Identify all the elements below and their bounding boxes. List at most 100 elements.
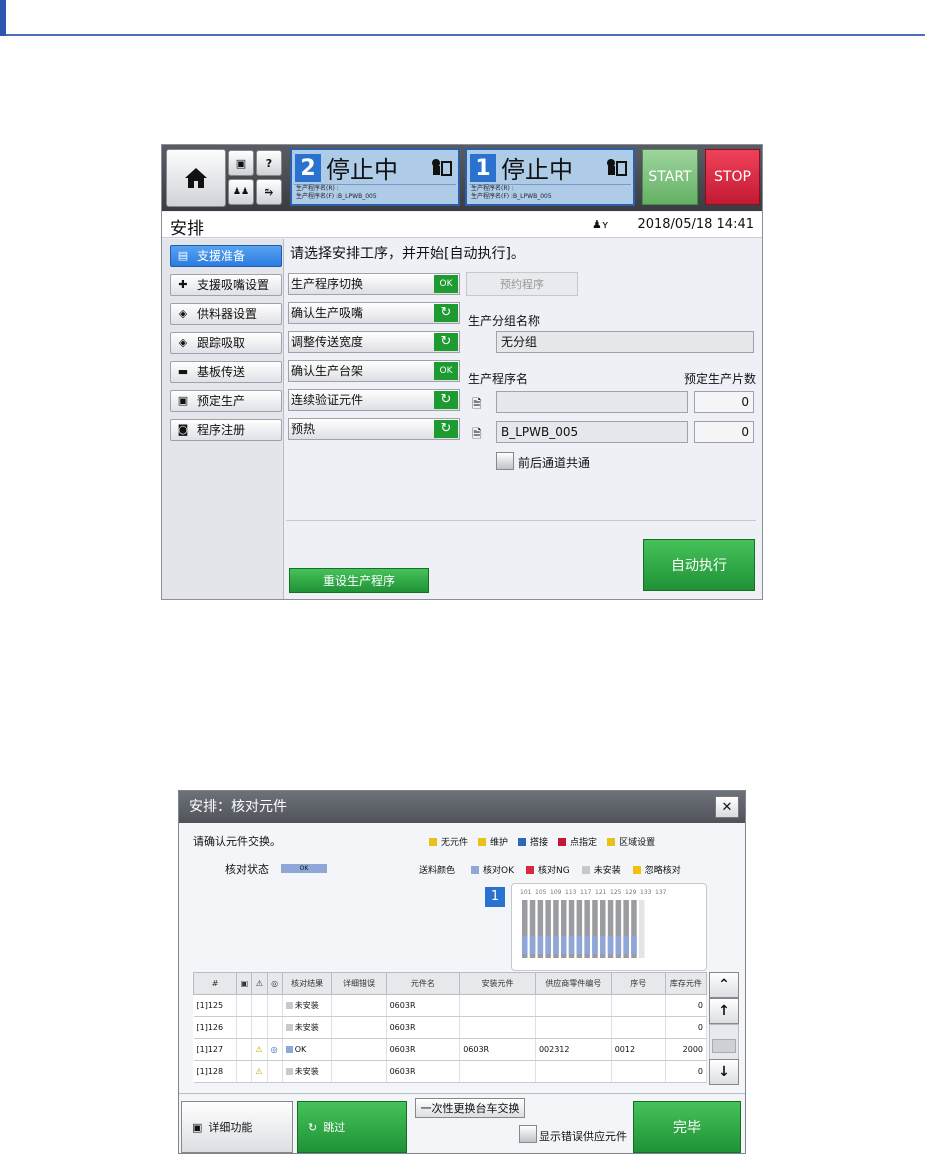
reserve-program-button[interactable]: 预约程序 <box>466 272 578 296</box>
feeder-slot-map[interactable]: 101 105 109 113 117 121 125 129 133 137 <box>511 883 707 971</box>
column-header[interactable]: 安装元件 <box>459 972 536 995</box>
lane-1-status[interactable]: 1 停止中 生产程序名(R) : 生产程序名(F) :B_LPWB_005 <box>465 148 635 206</box>
column-header[interactable]: 供应商零件编号 <box>534 972 612 995</box>
operator-icon-button[interactable]: ▣ <box>228 150 254 176</box>
planned-count-field-2[interactable]: 0 <box>694 421 754 443</box>
arrow-up-icon: ↑ <box>718 1003 730 1019</box>
start-button[interactable]: START <box>642 149 698 205</box>
table-cell: 0603R <box>386 1016 461 1039</box>
column-header-icon[interactable]: ⚠ <box>251 972 268 995</box>
planned-count-field-1[interactable]: 0 <box>694 391 754 413</box>
program-name-field-2[interactable]: B_LPWB_005 <box>496 421 688 443</box>
feeder-slot-status <box>553 936 559 954</box>
sidebar-item[interactable]: ▤ 支援准备 <box>170 245 282 267</box>
step-item[interactable]: 预热 ↻ <box>288 418 460 440</box>
table-cell: [1]125 <box>193 994 238 1017</box>
cart-swap-button[interactable]: 一次性更换台车交换 <box>415 1098 525 1118</box>
feeder-slot-status <box>576 936 583 954</box>
table-row[interactable]: [1]125 未安装 0603R 0 <box>193 994 708 1017</box>
close-icon: ✕ <box>721 799 733 815</box>
scroll-up-button[interactable]: ↑ <box>709 998 739 1024</box>
sidebar-item[interactable]: ◈ 跟踪吸取 <box>170 332 282 354</box>
lane-2-info: 生产程序名(R) : 生产程序名(F) :B_LPWB_005 <box>294 184 456 202</box>
column-header[interactable]: 库存元件 <box>664 972 708 995</box>
program-file-icon[interactable]: 🗎 <box>472 425 482 446</box>
show-error-checkbox[interactable] <box>519 1125 537 1143</box>
program-file-icon[interactable]: 🗎 <box>472 395 482 416</box>
step-item[interactable]: 确认生产吸嘴 ↻ <box>288 302 460 324</box>
column-header[interactable]: 详细错误 <box>331 972 387 995</box>
verify-status-badge: OK <box>281 864 327 873</box>
program-name-field-1[interactable] <box>496 391 688 413</box>
detail-function-button[interactable]: ▣ 详细功能 <box>181 1101 293 1153</box>
sidebar-item-label: 程序注册 <box>197 423 246 437</box>
feeder-slot-status <box>607 936 614 954</box>
nozzle-setting-icon: ✚ <box>178 278 188 291</box>
column-header[interactable]: 元件名 <box>385 972 461 995</box>
home-button[interactable] <box>166 149 226 207</box>
page-title: 安排 <box>170 219 204 239</box>
lane-1-status-text: 停止中 <box>501 156 573 184</box>
legend-item: 点指定 <box>558 835 597 848</box>
step-item[interactable]: 连续验证元件 ↻ <box>288 389 460 411</box>
feeder-slot-status <box>592 936 598 954</box>
auto-execute-button[interactable]: 自动执行 <box>643 539 755 591</box>
ok-badge: OK <box>434 275 458 293</box>
scrollbar-thumb[interactable] <box>712 1039 736 1053</box>
result-swatch <box>285 1046 293 1053</box>
instruction-text: 请确认元件交换。 <box>193 835 281 848</box>
lane-2-status[interactable]: 2 停止中 生产程序名(R) : 生产程序名(F) :B_LPWB_005 <box>290 148 460 206</box>
stop-button[interactable]: STOP <box>705 149 760 205</box>
legend-label: 核对NG <box>538 866 570 876</box>
skip-icon: ↻ <box>434 304 458 322</box>
reset-program-button[interactable]: 重设生产程序 <box>289 568 429 593</box>
result-text: 未安装 <box>294 1067 319 1076</box>
done-button[interactable]: 完毕 <box>633 1101 741 1153</box>
table-row[interactable]: [1]126 未安装 0603R 0 <box>193 1016 708 1039</box>
table-row[interactable]: [1]127 ⚠ ◎ OK 0603R 0603R 002312 0012 2000 <box>193 1038 708 1061</box>
feeder-slot[interactable] <box>639 900 645 958</box>
sidebar-item[interactable]: ◙ 程序注册 <box>170 419 282 441</box>
users-button[interactable]: ♟♟ <box>228 179 254 205</box>
verify-result-cell: 未安装 <box>282 1060 333 1083</box>
scroll-down-button[interactable]: ↓ <box>709 1059 739 1085</box>
step-item[interactable]: 确认生产台架 OK <box>288 360 460 382</box>
column-header-icon[interactable]: ◎ <box>266 972 283 995</box>
skip-button[interactable]: ↻ 跳过 <box>297 1101 407 1153</box>
shared-lane-checkbox[interactable] <box>496 452 514 470</box>
skip-icon: ↻ <box>434 420 458 438</box>
help-button[interactable]: ? <box>256 150 282 176</box>
table-cell: 2000 <box>665 1038 708 1061</box>
step-item[interactable]: 调整传送宽度 ↻ <box>288 331 460 353</box>
group-name-field[interactable]: 无分组 <box>496 331 754 353</box>
close-button[interactable]: ✕ <box>715 796 739 818</box>
slot-label: 129 <box>625 889 637 896</box>
legend-swatch <box>632 865 641 874</box>
document-header-bar <box>0 0 925 36</box>
sidebar-item[interactable]: ▣ 预定生产 <box>170 390 282 412</box>
step-item[interactable]: 生产程序切换 OK <box>288 273 460 295</box>
column-header[interactable]: 核对结果 <box>281 972 333 995</box>
skip-label: 跳过 <box>323 1121 346 1134</box>
sidebar-item[interactable]: ◈ 供料器设置 <box>170 303 282 325</box>
table-row[interactable]: [1]128 ⚠ 未安装 0603R 0 <box>193 1060 708 1083</box>
sidebar-item[interactable]: ✚ 支援吸嘴设置 <box>170 274 282 296</box>
legend-item: 区域设置 <box>607 835 655 848</box>
skip-icon: ↻ <box>434 391 458 409</box>
feeder-slot-status <box>623 936 629 954</box>
step-label: 确认生产台架 <box>291 364 364 378</box>
lane-2-program-r: 生产程序名(R) : <box>296 185 339 192</box>
track-pickup-icon: ◈ <box>178 336 188 349</box>
table-cell <box>251 994 268 1017</box>
column-header[interactable]: # <box>192 972 238 995</box>
machine-header: ▣ ? ♟♟ ⥲ 2 停止中 生产程序名(R) : 生产程序名(F) :B_LP… <box>162 145 762 211</box>
scroll-top-button[interactable]: ⌃ <box>709 972 739 998</box>
legend-item: 核对OK <box>471 863 514 876</box>
column-header[interactable]: 序号 <box>610 972 666 995</box>
column-header-icon[interactable]: ▣ <box>236 972 253 995</box>
conveyor-button[interactable]: ⥲ <box>256 179 282 205</box>
splice-icon: ◎ <box>267 1038 283 1061</box>
shared-lane-label: 前后通道共通 <box>518 456 591 470</box>
lane-2-status-text: 停止中 <box>326 156 398 184</box>
sidebar-item[interactable]: ▬ 基板传送 <box>170 361 282 383</box>
